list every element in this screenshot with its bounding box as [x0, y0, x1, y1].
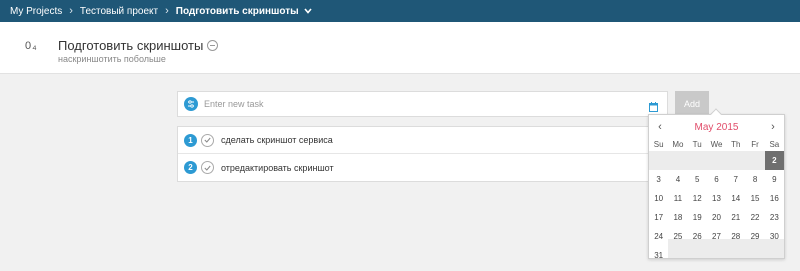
breadcrumb-separator: ›	[69, 5, 73, 17]
day-cell-empty	[649, 151, 669, 170]
task-row[interactable]: 2 отредактировать скриншот	[178, 154, 667, 181]
day-grid-filler	[668, 239, 784, 258]
chevron-down-icon[interactable]	[304, 7, 312, 16]
day-cell[interactable]: 17	[649, 208, 668, 227]
weekday-label: Tu	[692, 140, 702, 149]
task-row[interactable]: 1 сделать скриншот сервиса	[178, 127, 667, 154]
day-cell-empty	[687, 151, 707, 170]
breadcrumb-separator: ›	[165, 5, 169, 17]
page-title[interactable]: Подготовить скриншоты	[58, 38, 203, 53]
day-cell-empty	[745, 151, 765, 170]
day-cell[interactable]: 3	[649, 170, 668, 189]
date-picker: ‹ May 2015 › Su Mo Tu We Th Fr Sa 2 3 4 5 6 7 8 9 10 11…	[648, 108, 785, 260]
day-cell[interactable]: 10	[649, 189, 668, 208]
sliders-icon[interactable]	[184, 97, 198, 111]
task-number: 2	[184, 161, 197, 174]
new-task-bar	[177, 91, 668, 117]
check-icon[interactable]	[201, 133, 214, 147]
day-cell[interactable]: 31	[649, 246, 668, 265]
task-list: 1 сделать скриншот сервиса 2 отредактиро…	[177, 126, 668, 182]
day-cell[interactable]: 4	[668, 170, 687, 189]
chevron-left-icon[interactable]: ‹	[655, 121, 665, 133]
month-label[interactable]: May 2015	[695, 122, 739, 133]
task-number: 1	[184, 133, 197, 147]
day-cell-selected[interactable]: 2	[764, 151, 784, 170]
check-icon[interactable]	[201, 161, 214, 174]
day-cell[interactable]: 22	[745, 208, 764, 227]
breadcrumb-project[interactable]: Тестовый проект	[80, 6, 158, 17]
task-label[interactable]: отредактировать скриншот	[221, 163, 334, 173]
day-cell-empty	[706, 151, 727, 170]
day-cell[interactable]: 20	[707, 208, 726, 227]
chevron-right-icon[interactable]: ›	[768, 121, 778, 133]
task-label[interactable]: сделать скриншот сервиса	[221, 135, 333, 145]
task-count: 0₄	[25, 40, 38, 52]
day-cell[interactable]: 13	[707, 189, 726, 208]
day-cell[interactable]: 11	[668, 189, 687, 208]
day-cell[interactable]: 19	[688, 208, 707, 227]
breadcrumb-my-projects[interactable]: My Projects	[10, 6, 62, 17]
day-cell[interactable]: 6	[707, 170, 726, 189]
list-header: 0₄ Подготовить скриншоты наскриншотить п…	[0, 22, 800, 74]
page-title-row: Подготовить скриншоты	[58, 38, 219, 53]
day-cell-empty	[726, 151, 746, 170]
weekday-label: Th	[731, 140, 741, 149]
day-cell[interactable]: 14	[726, 189, 745, 208]
weekday-row: Su Mo Tu We Th Fr Sa	[649, 139, 784, 151]
day-cell[interactable]: 18	[668, 208, 687, 227]
breadcrumb-current-list[interactable]: Подготовить скриншоты	[176, 6, 299, 17]
day-cell[interactable]: 7	[726, 170, 745, 189]
day-cell-empty	[668, 151, 688, 170]
day-cell[interactable]: 9	[765, 170, 784, 189]
day-cell[interactable]: 8	[745, 170, 764, 189]
weekday-label: Su	[653, 140, 664, 149]
day-cell[interactable]: 23	[765, 208, 784, 227]
day-cell[interactable]: 21	[726, 208, 745, 227]
collapse-icon[interactable]	[207, 40, 219, 51]
weekday-label: Sa	[769, 140, 780, 149]
weekday-label: Fr	[751, 140, 759, 149]
weekday-label: We	[710, 140, 723, 149]
day-cell[interactable]: 5	[688, 170, 707, 189]
breadcrumb: My Projects › Тестовый проект › Подготов…	[0, 0, 800, 22]
day-cell[interactable]: 15	[745, 189, 764, 208]
new-task-input[interactable]	[204, 99, 634, 109]
day-cell[interactable]: 16	[765, 189, 784, 208]
day-cell[interactable]: 12	[688, 189, 707, 208]
day-cell[interactable]: 24	[649, 227, 668, 246]
weekday-label: Mo	[672, 140, 684, 149]
page-subtitle[interactable]: наскриншотить побольше	[58, 54, 166, 64]
